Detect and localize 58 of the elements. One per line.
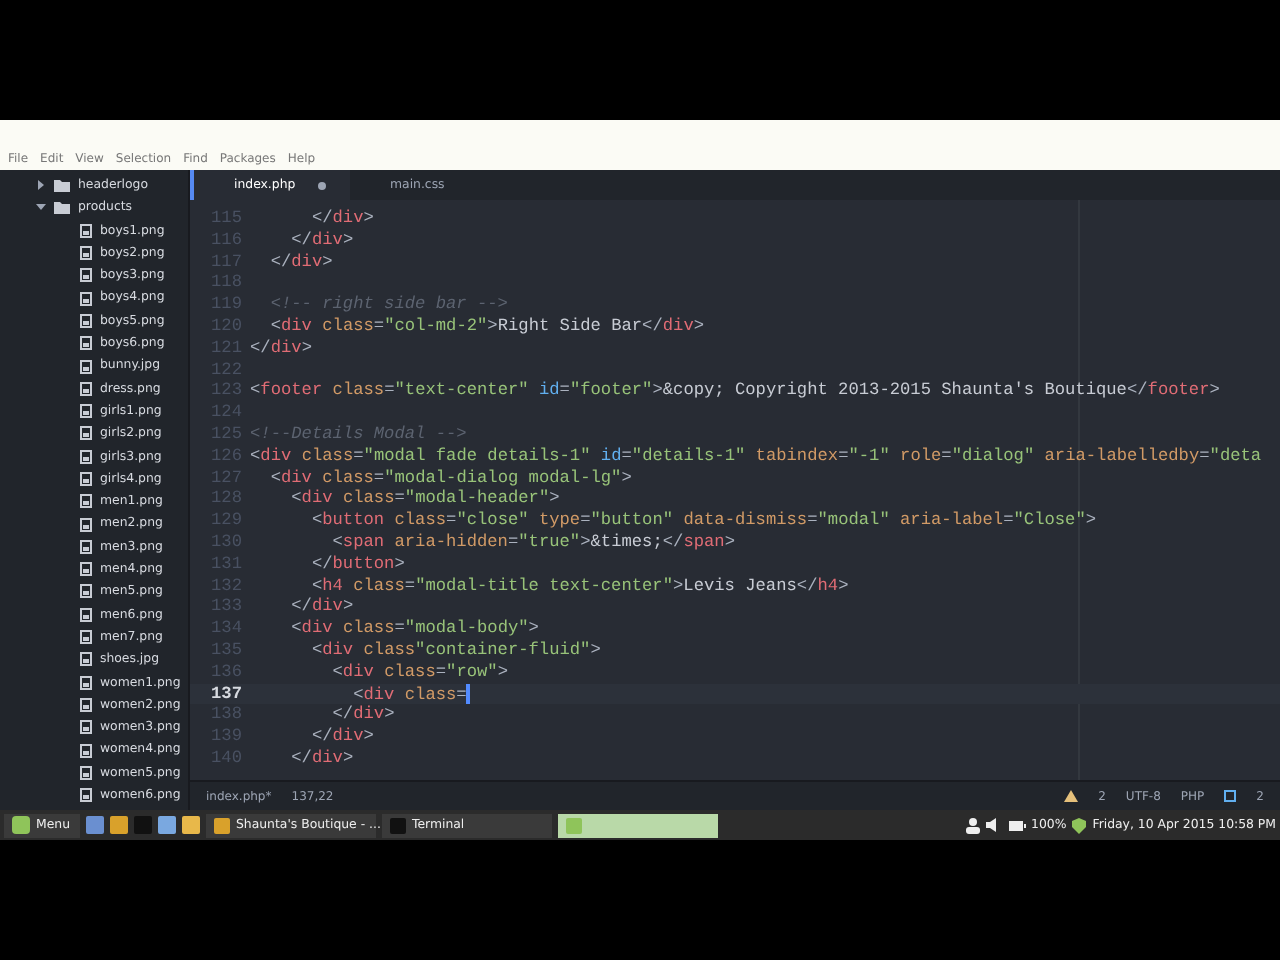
code-line: <h4 class="modal-title text-center">Levis Jeans</h4> [309, 575, 849, 597]
image-file-icon [80, 765, 92, 780]
image-file-icon [80, 472, 92, 486]
image-file-icon [80, 291, 92, 306]
code-line: <div class= [351, 683, 470, 705]
code-line: <div class="modal-dialog modal-lg"> [268, 467, 632, 489]
code-line: </div> [268, 251, 333, 273]
image-file-icon [80, 675, 92, 690]
code-line: </div> [289, 596, 354, 619]
battery-icon [1007, 819, 1026, 831]
image-file-icon [80, 630, 92, 645]
image-file-icon [80, 720, 92, 735]
image-file-icon [80, 788, 92, 803]
image-file-icon [80, 404, 92, 419]
code-line: <!-- right side bar --> [268, 294, 508, 316]
code-line: <button class="close" type="button" data-dismiss="modal" aria-label="Close"> [309, 510, 1097, 532]
code-line: </div> [289, 229, 354, 252]
image-file-icon [80, 426, 92, 441]
taskbar-window[interactable] [558, 813, 718, 837]
image-file-icon [80, 313, 92, 328]
volume-icon [985, 818, 1002, 832]
code-line: <div class"container-fluid"> [309, 639, 601, 662]
user-icon [965, 817, 980, 833]
warning-icon [1064, 790, 1079, 802]
code-line: </div> [309, 726, 374, 748]
modified-dot [318, 181, 326, 189]
code-line: </div> [330, 704, 395, 727]
image-file-icon [80, 584, 92, 599]
code-line: </button> [309, 553, 405, 576]
image-file-icon [80, 562, 92, 577]
code-line: </div> [289, 747, 354, 770]
image-file-icon [80, 223, 92, 238]
code-line: <div class="modal fade details-1" id="details-1" tabindex="-1" role="dialog" aria-labelledby="deta [250, 445, 1262, 468]
image-file-icon [80, 359, 92, 374]
image-file-icon [80, 268, 92, 283]
code-editor[interactable] [190, 200, 1280, 780]
image-file-icon [80, 652, 92, 667]
code-line: <footer class="text-center" id="footer">&copy; Copyright 2013-2015 Shaunta's Boutique</footer> [250, 380, 1220, 403]
line-number: 137 [209, 683, 244, 705]
code-line: </div> [309, 208, 374, 230]
image-file-icon [80, 381, 92, 396]
code-line: <div class="modal-body"> [289, 618, 539, 640]
image-file-icon [80, 743, 92, 758]
image-file-icon [80, 539, 92, 554]
code-line: </div> [250, 337, 312, 360]
code-line: <div class="row"> [330, 661, 508, 684]
image-file-icon [80, 697, 92, 712]
code-line: <span aria-hidden="true">&times;</span> [330, 531, 735, 554]
image-file-icon [80, 449, 92, 464]
image-file-icon [80, 336, 92, 351]
image-file-icon [80, 517, 92, 532]
shield-icon [1072, 817, 1087, 833]
code-line: <div class="modal-header"> [289, 488, 560, 511]
image-file-icon [80, 494, 92, 509]
code-line: <!--Details Modal --> [250, 423, 467, 446]
image-file-icon [80, 607, 92, 622]
code-line: <div class="col-md-2">Right Side Bar</div> [268, 315, 705, 338]
image-file-icon [80, 246, 92, 261]
